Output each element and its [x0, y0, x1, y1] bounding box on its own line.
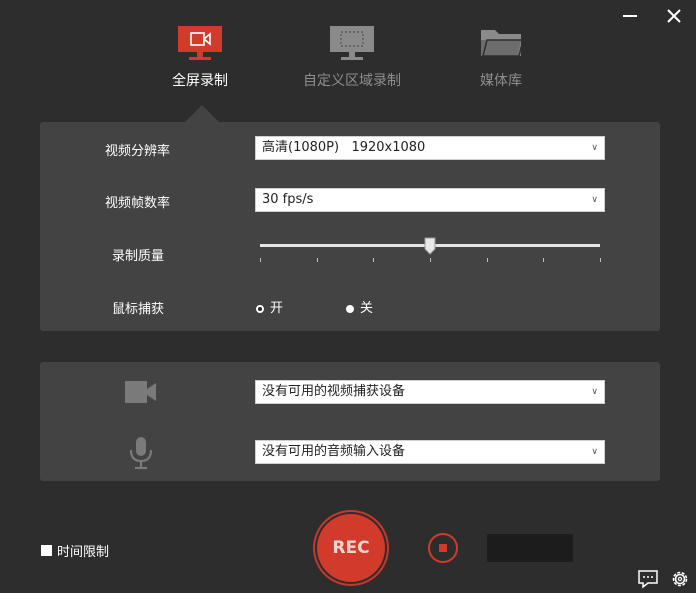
framerate-label: 视频帧数率 — [105, 196, 171, 211]
cursor-on-radio[interactable]: 开 — [256, 297, 283, 316]
cursor-on-label: 开 — [270, 301, 284, 316]
video-device-value: 没有可用的视频捕获设备 — [262, 384, 406, 399]
video-device-select[interactable]: 没有可用的视频捕获设备 ∨ — [255, 380, 605, 404]
slider-thumb[interactable] — [424, 236, 436, 256]
quality-slider[interactable] — [260, 236, 601, 264]
slider-tick — [373, 258, 375, 262]
time-limit-checkbox[interactable]: 时间限制 — [41, 541, 109, 560]
active-tab-pointer — [184, 105, 220, 123]
monitor-region-icon — [330, 26, 374, 60]
chevron-down-icon: ∨ — [591, 447, 598, 457]
close-icon — [667, 9, 681, 23]
slider-tick — [260, 258, 261, 262]
tab-label: 自定义区域录制 — [303, 73, 401, 89]
chevron-down-icon: ∨ — [591, 387, 598, 397]
folder-icon — [481, 30, 524, 57]
audio-device-value: 没有可用的音频输入设备 — [262, 444, 406, 459]
minimize-button[interactable] — [620, 6, 640, 26]
framerate-select[interactable]: 30 fps/s ∨ — [255, 188, 605, 212]
tab-region-record[interactable]: 自定义区域录制 — [292, 24, 412, 90]
checkbox-box — [41, 545, 52, 556]
microphone-icon — [129, 437, 153, 470]
stop-icon — [439, 544, 447, 552]
chevron-down-icon: ∨ — [591, 195, 598, 205]
resolution-value: 高清(1080P) 1920x1080 — [262, 140, 426, 155]
tab-label: 媒体库 — [480, 73, 522, 89]
resolution-select[interactable]: 高清(1080P) 1920x1080 ∨ — [255, 136, 605, 160]
minimize-icon — [623, 15, 637, 17]
framerate-value: 30 fps/s — [262, 192, 314, 207]
slider-tick — [543, 258, 545, 262]
rec-button[interactable]: REC — [317, 514, 385, 582]
timer-display — [487, 534, 573, 562]
tab-media-library[interactable]: 媒体库 — [470, 24, 532, 90]
cursor-capture-label: 鼠标捕获 — [112, 302, 165, 317]
audio-device-select[interactable]: 没有可用的音频输入设备 ∨ — [255, 440, 605, 464]
slider-tick — [600, 258, 601, 262]
resolution-label: 视频分辨率 — [105, 144, 171, 159]
slider-tick — [430, 258, 431, 262]
close-button[interactable] — [664, 6, 684, 26]
gear-icon[interactable] — [670, 569, 690, 589]
video-camera-icon — [125, 381, 156, 403]
radio-unselected-icon — [346, 304, 354, 313]
stop-button[interactable] — [428, 533, 458, 563]
feedback-icon[interactable] — [637, 569, 659, 589]
quality-label: 录制质量 — [112, 249, 165, 264]
radio-selected-icon — [256, 304, 264, 313]
cursor-off-radio[interactable]: 关 — [346, 297, 373, 316]
monitor-record-icon — [178, 26, 222, 60]
chevron-down-icon: ∨ — [591, 143, 598, 153]
slider-tick — [486, 258, 488, 262]
tab-fullscreen-record[interactable]: 全屏录制 — [160, 24, 240, 90]
time-limit-label: 时间限制 — [57, 545, 110, 560]
tab-label: 全屏录制 — [172, 73, 228, 89]
cursor-off-label: 关 — [360, 301, 374, 316]
slider-tick — [316, 258, 318, 262]
